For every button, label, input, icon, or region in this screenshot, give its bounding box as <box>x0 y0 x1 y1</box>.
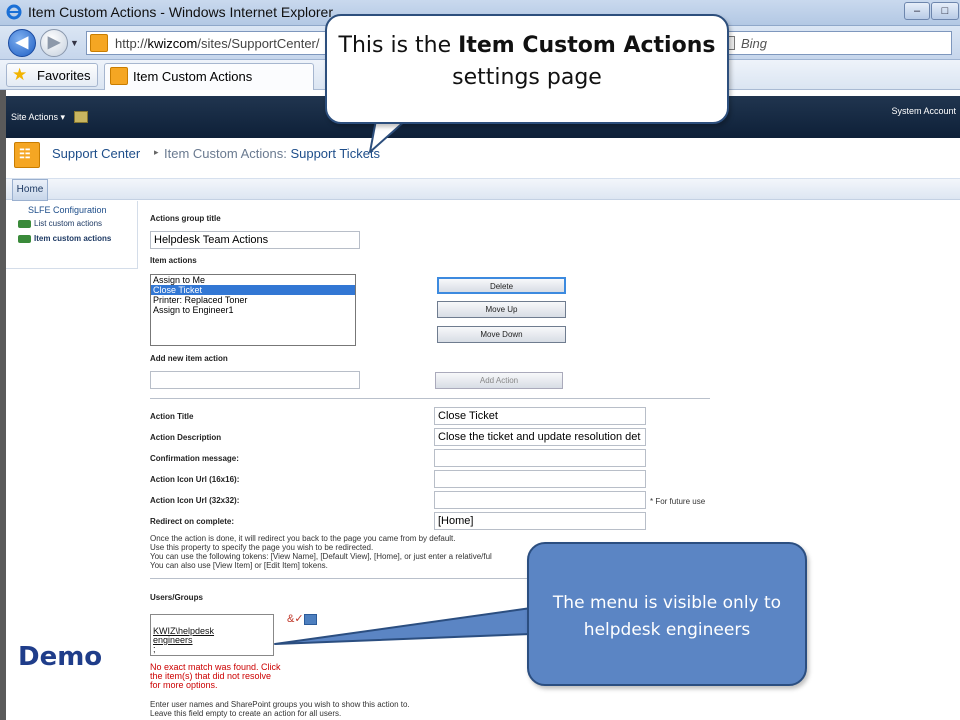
action-description-input[interactable]: Close the ticket and update resolution d… <box>434 428 646 446</box>
link-icon <box>18 219 31 228</box>
breadcrumb-list-link[interactable]: Support Tickets <box>290 146 380 161</box>
back-button[interactable]: ◀ <box>8 29 36 57</box>
maximize-button[interactable]: □ <box>931 2 959 20</box>
item-actions-label: Item actions <box>150 256 197 265</box>
address-url[interactable]: http://kwizcom/sites/SupportCenter/ <box>115 36 320 51</box>
move-up-button[interactable]: Move Up <box>437 301 566 318</box>
favorites-button[interactable]: ★ Favorites <box>6 63 98 87</box>
move-down-button[interactable]: Move Down <box>437 326 566 343</box>
navigate-up-icon[interactable] <box>74 111 88 123</box>
forward-button[interactable]: ▶ <box>40 29 68 57</box>
page-title: Item Custom Actions: Support Tickets <box>164 146 381 161</box>
list-item[interactable]: Assign to Engineer1 <box>151 305 355 315</box>
sharepoint-page: Site Actions ▾ System Account ☷ Support … <box>0 90 960 720</box>
tab-title: Item Custom Actions <box>133 69 253 84</box>
redirect-help-line: Once the action is done, it will redirec… <box>150 534 456 543</box>
minimize-button[interactable]: – <box>904 2 930 20</box>
action-title-label: Action Title <box>150 412 194 421</box>
confirmation-message-input[interactable] <box>434 449 646 467</box>
top-navigation: Home <box>6 178 960 201</box>
favorites-star-icon: ★ <box>12 65 28 84</box>
divider <box>150 398 710 399</box>
back-arrow-icon: ◀ <box>15 34 29 51</box>
callout-text: This is the Item Custom Actions settings… <box>338 33 716 90</box>
window-title: Item Custom Actions - Windows Internet E… <box>28 4 333 20</box>
favorites-label: Favorites <box>37 68 91 83</box>
quick-launch-heading[interactable]: SLFE Configuration <box>28 205 107 215</box>
callout-menu-visibility: The menu is visible only to helpdesk eng… <box>527 542 807 686</box>
demo-label: Demo <box>18 642 103 672</box>
list-item[interactable]: Printer: Replaced Toner <box>151 295 355 305</box>
new-action-input[interactable] <box>150 371 360 389</box>
search-box[interactable]: Bing <box>716 31 952 55</box>
icon-16-label: Action Icon Url (16x16): <box>150 475 240 484</box>
add-new-action-label: Add new item action <box>150 354 228 363</box>
quick-launch: SLFE Configuration List custom actions I… <box>6 201 138 269</box>
icon-16-input[interactable] <box>434 470 646 488</box>
redirect-help-line: You can also use [View Item] or [Edit It… <box>150 561 328 570</box>
redirect-input[interactable]: [Home] <box>434 512 646 530</box>
internet-explorer-icon <box>6 4 22 20</box>
group-title-input[interactable]: Helpdesk Team Actions <box>150 231 360 249</box>
search-placeholder: Bing <box>741 36 768 51</box>
browser-tab-item-custom-actions[interactable]: Item Custom Actions <box>104 63 314 90</box>
user-menu[interactable]: System Account <box>891 106 956 116</box>
sharepoint-site-icon <box>90 34 108 52</box>
tab-home[interactable]: Home <box>12 179 48 201</box>
icon-32-label: Action Icon Url (32x32): <box>150 496 240 505</box>
people-help-line: Leave this field empty to create an acti… <box>150 709 342 718</box>
site-actions-menu[interactable]: Site Actions ▾ <box>11 112 65 123</box>
quick-launch-item-item-custom-actions[interactable]: Item custom actions <box>18 234 111 243</box>
redirect-help-line: Use this property to specify the page yo… <box>150 543 374 552</box>
people-picker-error: No exact match was found. Click the item… <box>150 662 281 690</box>
site-logo-icon[interactable]: ☷ <box>14 142 40 168</box>
group-title-label: Actions group title <box>150 214 221 223</box>
icon-32-input[interactable] <box>434 491 646 509</box>
people-picker-entry[interactable]: engineers <box>153 636 271 645</box>
people-picker-separator: ; <box>153 644 156 654</box>
add-action-button[interactable]: Add Action <box>435 372 563 389</box>
confirmation-message-label: Confirmation message: <box>150 454 239 463</box>
people-picker-input[interactable]: KWIZ\helpdesk engineers ; <box>150 614 274 656</box>
quick-launch-item-list-custom-actions[interactable]: List custom actions <box>18 219 102 228</box>
people-help-line: Enter user names and SharePoint groups y… <box>150 700 410 709</box>
future-use-note: * For future use <box>650 497 706 506</box>
list-item-selected[interactable]: Close Ticket <box>151 285 355 295</box>
callout-text: The menu is visible only to helpdesk eng… <box>552 593 782 640</box>
link-icon <box>18 234 31 243</box>
breadcrumb-separator-icon: ▸ <box>154 147 159 157</box>
delete-button[interactable]: Delete <box>437 277 566 294</box>
users-groups-label: Users/Groups <box>150 593 203 602</box>
address-book-icon[interactable] <box>304 614 317 625</box>
forward-arrow-icon: ▶ <box>47 34 61 51</box>
breadcrumb-site-link[interactable]: Support Center <box>52 146 140 161</box>
action-description-label: Action Description <box>150 433 222 442</box>
redirect-help-line: You can use the following tokens: [View … <box>150 552 492 561</box>
list-item[interactable]: Assign to Me <box>151 275 355 285</box>
callout-settings-page: This is the Item Custom Actions settings… <box>325 14 729 124</box>
history-dropdown-icon[interactable]: ▼ <box>70 38 79 48</box>
check-names-icon[interactable]: &✓ <box>287 612 304 625</box>
item-actions-listbox[interactable]: Assign to Me Close Ticket Printer: Repla… <box>150 274 356 346</box>
sharepoint-site-icon <box>110 67 128 85</box>
breadcrumb: ☷ Support Center ▸ Item Custom Actions: … <box>6 138 960 178</box>
redirect-label: Redirect on complete: <box>150 517 235 526</box>
action-title-input[interactable]: Close Ticket <box>434 407 646 425</box>
